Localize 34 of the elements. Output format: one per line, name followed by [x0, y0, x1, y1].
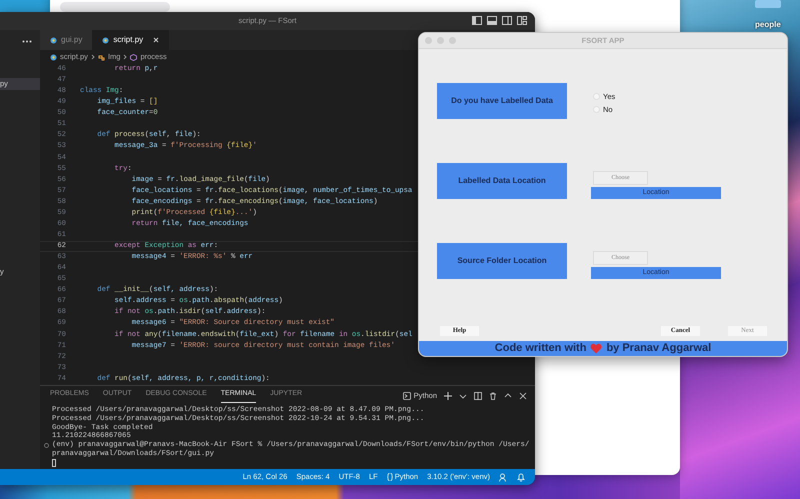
terminal-icon	[402, 392, 411, 400]
close-icon[interactable]	[153, 37, 160, 43]
bell-icon[interactable]	[517, 472, 525, 482]
class-icon	[98, 54, 105, 60]
close-icon[interactable]	[519, 392, 527, 400]
python-file-icon	[50, 36, 57, 44]
chevron-icon	[123, 54, 128, 60]
question-label: Source Folder Location	[437, 243, 567, 279]
layout-icon[interactable]	[517, 16, 527, 25]
plus-icon[interactable]	[444, 392, 452, 400]
secondary-sidebar-icon[interactable]	[502, 16, 512, 25]
panel-toggle-icon[interactable]	[487, 16, 497, 25]
footer-text: by Pranav Aggarwal	[606, 341, 712, 356]
braces-icon	[386, 473, 393, 481]
editor-tab[interactable]: script.py	[92, 30, 170, 50]
more-icon[interactable]	[22, 40, 32, 43]
folder-label[interactable]: people	[755, 19, 781, 31]
circle-icon	[44, 443, 49, 448]
python-file-icon	[50, 54, 57, 60]
sidebar-toggle-icon[interactable]	[472, 16, 482, 25]
split-icon[interactable]	[474, 392, 482, 400]
chevron-down-icon[interactable]	[459, 392, 467, 400]
editor-tab[interactable]: gui.py	[40, 30, 92, 50]
trash-icon[interactable]	[489, 392, 497, 400]
footer-text: Code written with	[494, 341, 586, 356]
python-file-icon	[102, 36, 110, 44]
feedback-icon[interactable]	[499, 472, 508, 482]
terminal-cursor	[52, 458, 56, 467]
heart-icon	[590, 343, 602, 354]
chevron-icon	[90, 54, 95, 60]
chevron-up-icon[interactable]	[504, 392, 512, 400]
question-label: Labelled Data Location	[437, 163, 567, 199]
method-icon	[130, 54, 138, 60]
question-label: Do you have Labelled Data	[437, 83, 567, 119]
